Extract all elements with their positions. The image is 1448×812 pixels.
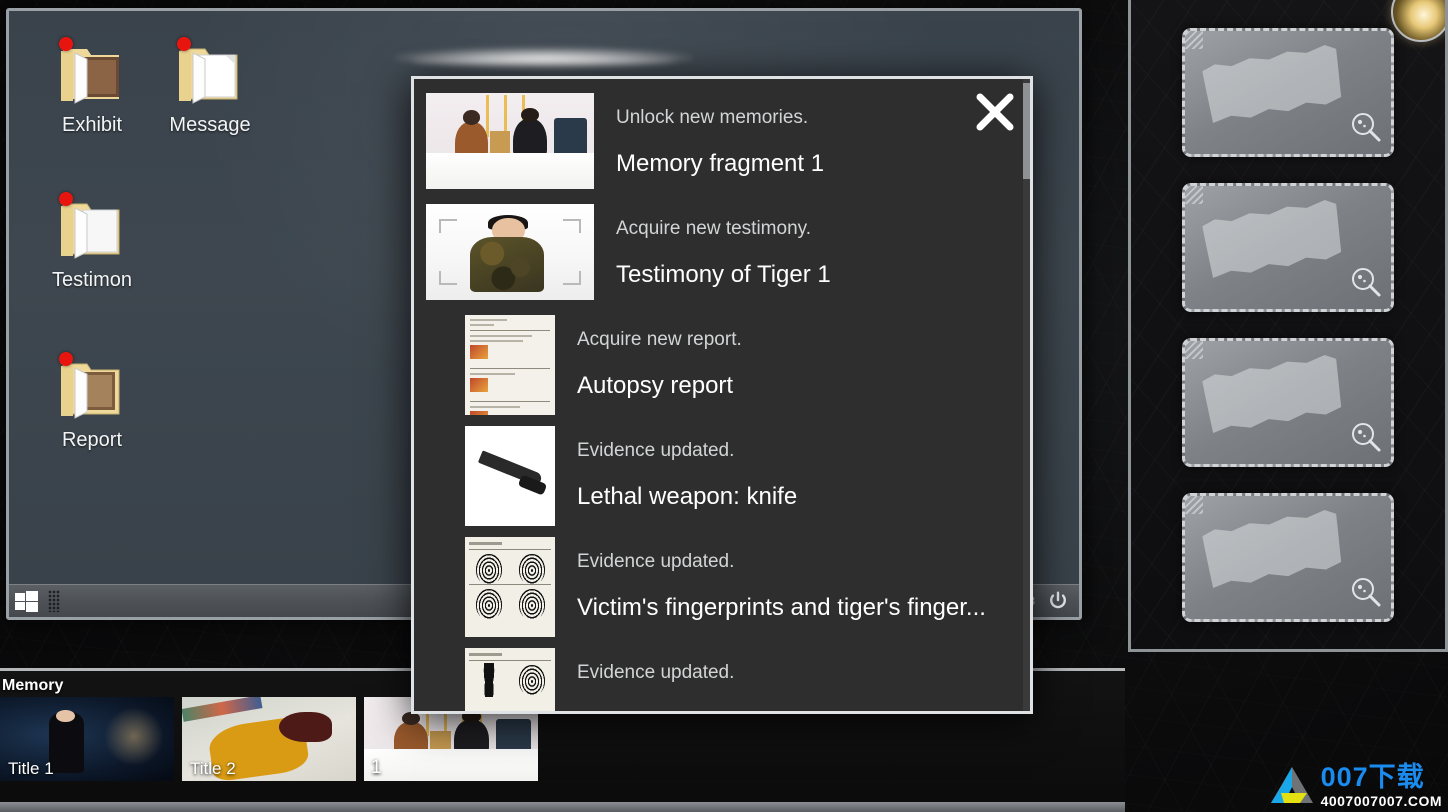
memory-thumbnail-title: Title 1	[8, 759, 54, 778]
notification-modal: Unlock new memories. Memory fragment 1 A…	[411, 76, 1033, 714]
document-placeholder-shape	[1201, 508, 1345, 591]
notification-badge	[59, 192, 73, 206]
watermark-title: 007下载	[1320, 762, 1425, 792]
magnifier-icon[interactable]	[1349, 575, 1383, 609]
ceiling-light-glare	[394, 47, 694, 69]
notification-text: Evidence updated. Victim's fingerprints …	[577, 537, 986, 625]
interview-photo-thumbnail	[426, 93, 594, 189]
desktop-icon-label: Exhibit	[61, 114, 123, 136]
autopsy-report-thumbnail	[465, 315, 555, 415]
folder-icon	[175, 37, 245, 111]
folder-icon	[57, 37, 127, 111]
corner-hatch-decoration	[1185, 496, 1203, 514]
evidence-card-locked[interactable]	[1182, 338, 1394, 467]
notification-title: Autopsy report	[577, 372, 734, 399]
modal-scrollbar-thumb[interactable]	[1023, 83, 1030, 179]
desktop-icon-exhibit[interactable]: Exhibit	[35, 37, 149, 137]
notification-row[interactable]: Evidence updated. Lethal weapon: knife	[426, 426, 1022, 537]
watermark: 007下载 4007007007.COM	[1269, 764, 1442, 808]
modal-scrollbar[interactable]	[1023, 79, 1030, 711]
notification-text: Evidence updated.	[577, 648, 734, 702]
watermark-text: 007下载 4007007007.COM	[1320, 762, 1442, 809]
notification-row[interactable]: Acquire new testimony. Testimony of Tige…	[426, 204, 1022, 315]
document-placeholder-shape	[1201, 353, 1345, 436]
testimony-video-thumbnail	[426, 204, 594, 300]
notification-list: Unlock new memories. Memory fragment 1 A…	[414, 79, 1022, 711]
notification-caption: Evidence updated.	[577, 551, 735, 572]
notification-caption: Acquire new testimony.	[616, 218, 812, 239]
corner-hatch-decoration	[1185, 341, 1203, 359]
document-placeholder-shape	[1201, 43, 1345, 126]
notification-text: Acquire new report. Autopsy report	[577, 315, 742, 403]
evidence-card-locked[interactable]	[1182, 28, 1394, 157]
magnifier-icon[interactable]	[1349, 265, 1383, 299]
notification-title: Testimony of Tiger 1	[616, 261, 831, 288]
notification-badge	[59, 37, 73, 51]
triangle-logo-icon	[1270, 767, 1313, 803]
desktop-icon-report[interactable]: Report	[35, 352, 149, 452]
watermark-url: 4007007007.COM	[1320, 793, 1442, 809]
close-icon[interactable]	[972, 89, 1018, 135]
notification-caption: Evidence updated.	[577, 662, 735, 683]
document-placeholder-shape	[1201, 198, 1345, 281]
notification-row[interactable]: Unlock new memories. Memory fragment 1	[426, 93, 1022, 204]
desktop-icon-label: Report	[61, 429, 123, 451]
desktop-icon-message[interactable]: Message	[153, 37, 267, 137]
memory-thumbnail-title: Title 2	[190, 759, 236, 778]
grid-icon[interactable]	[48, 590, 60, 612]
notification-title: Victim's fingerprints and tiger's finger…	[577, 594, 986, 621]
notification-row[interactable]: Evidence updated.	[426, 648, 1022, 711]
notification-badge	[177, 37, 191, 51]
evidence-card-locked[interactable]	[1182, 183, 1394, 312]
folder-icon	[57, 352, 127, 426]
notification-row[interactable]: Evidence updated. Victim's fingerprints …	[426, 537, 1022, 648]
notification-text: Unlock new memories. Memory fragment 1	[616, 93, 824, 181]
fingerprints-sheet-thumbnail	[465, 537, 555, 637]
notification-row[interactable]: Acquire new report. Autopsy report	[426, 315, 1022, 426]
memory-thumbnail-title: 1	[371, 757, 382, 778]
corner-hatch-decoration	[1185, 31, 1203, 49]
tray-bottom-bar	[0, 802, 1125, 812]
memory-thumbnail[interactable]: Title 1	[0, 697, 174, 781]
notification-badge	[59, 352, 73, 366]
power-icon[interactable]	[1047, 590, 1069, 612]
notification-text: Evidence updated. Lethal weapon: knife	[577, 426, 797, 514]
notification-caption: Evidence updated.	[577, 440, 735, 461]
evidence-panel	[1128, 0, 1448, 652]
memory-tray-label: Memory	[2, 677, 64, 694]
folder-icon	[57, 192, 127, 266]
magnifier-icon[interactable]	[1349, 420, 1383, 454]
notification-caption: Acquire new report.	[577, 329, 742, 350]
notification-text: Acquire new testimony. Testimony of Tige…	[616, 204, 831, 292]
corner-hatch-decoration	[1185, 186, 1203, 204]
evidence-card-locked[interactable]	[1182, 493, 1394, 622]
windows-start-icon[interactable]	[15, 590, 38, 612]
notification-title: Lethal weapon: knife	[577, 483, 798, 510]
knife-photo-thumbnail	[465, 426, 555, 526]
notification-caption: Unlock new memories.	[616, 107, 809, 128]
sun-badge-icon[interactable]	[1391, 0, 1445, 42]
footprints-sheet-thumbnail	[465, 648, 555, 711]
desktop-icon-testimony[interactable]: Testimon	[35, 192, 149, 292]
magnifier-icon[interactable]	[1349, 110, 1383, 144]
memory-thumbnail[interactable]: Title 2	[182, 697, 356, 781]
desktop-icon-label: Testimon	[51, 269, 133, 291]
desktop-icon-label: Message	[169, 114, 251, 136]
notification-title: Memory fragment 1	[616, 150, 825, 177]
